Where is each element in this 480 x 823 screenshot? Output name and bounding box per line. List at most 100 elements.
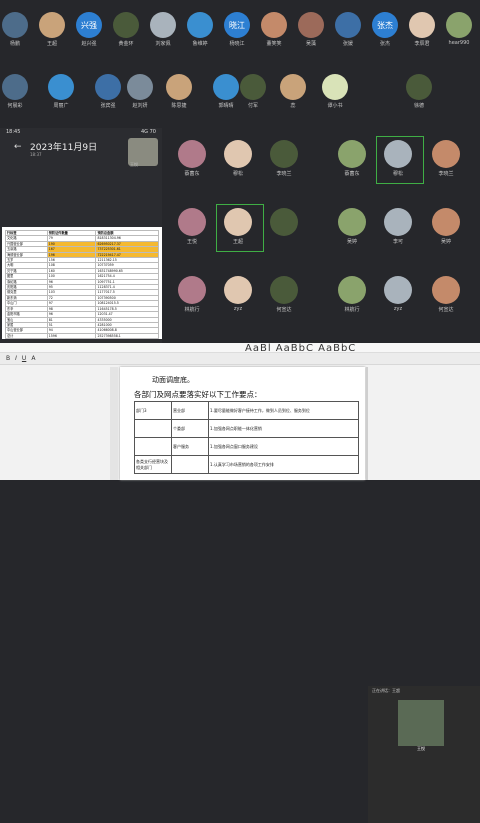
participant-avatar[interactable] — [240, 74, 266, 100]
participant-avatar[interactable] — [432, 208, 460, 236]
participant-name: 吴婷 — [346, 239, 357, 245]
participant-avatar[interactable]: 张杰 — [372, 12, 398, 38]
participant-avatar[interactable] — [150, 12, 176, 38]
participant-avatar[interactable] — [338, 140, 366, 168]
participant-avatar[interactable] — [213, 74, 239, 100]
participant-avatar[interactable] — [406, 74, 432, 100]
doc-table-cell: 1.加强各网点职能一体化营销 — [208, 419, 359, 438]
participant-avatar[interactable] — [335, 12, 361, 38]
participant-name: 杨鹏 — [9, 41, 20, 47]
phone-status-time: 18:45 — [6, 129, 21, 135]
participant-avatar[interactable] — [280, 74, 306, 100]
participant-name: 蔡菌东 — [184, 171, 200, 177]
participant-avatar[interactable] — [270, 140, 298, 168]
participant-avatar[interactable] — [113, 12, 139, 38]
font-color-button[interactable]: A — [31, 355, 35, 362]
participant-avatar[interactable] — [338, 276, 366, 304]
doc-table-cell: 1.认真学习市场营销的各项工作安排 — [208, 455, 359, 474]
back-arrow-icon[interactable]: ← — [14, 142, 22, 152]
participant-avatar[interactable] — [166, 74, 192, 100]
doc-table-cell: 各类支行经营块及相关部门 — [134, 455, 172, 474]
participant-avatar[interactable] — [187, 12, 213, 38]
participant-avatar[interactable] — [127, 74, 153, 100]
chat-time: 18:37 — [30, 152, 42, 157]
participant-avatar[interactable] — [409, 12, 435, 38]
participant-name: 鲁维婷 — [192, 41, 208, 47]
participant-name: 李晓兰 — [276, 171, 292, 177]
participant-avatar[interactable] — [384, 276, 412, 304]
participant-name: 黄金环 — [118, 41, 134, 47]
participant-name: 赵刘妍 — [132, 103, 148, 109]
participant-name: 王超 — [46, 41, 57, 47]
participant-avatar[interactable] — [338, 208, 366, 236]
participant-name: 董笑笑 — [266, 41, 282, 47]
participant-name: 徐德 — [413, 103, 424, 109]
doc-table-row: 个委部 1.加强各网点职能一体化营销 — [134, 419, 359, 438]
participant-name: 吴藻 — [305, 41, 316, 47]
doc-table-cell: 1.加强各网点窗口服务建设 — [208, 437, 359, 456]
doc-table-cell: 客户服务 — [171, 437, 209, 456]
participant-avatar[interactable] — [224, 140, 252, 168]
active-speaker-frame — [216, 204, 264, 252]
participant-name: 何宣达 — [438, 307, 454, 313]
participant-avatar[interactable] — [270, 276, 298, 304]
participant-avatar[interactable] — [224, 276, 252, 304]
participant-name: 张媛 — [342, 41, 353, 47]
underline-button[interactable]: U — [22, 355, 26, 362]
speaker-name: 王悦 — [417, 746, 425, 751]
active-speaker-frame — [376, 136, 424, 184]
document-panel: B I U A AaBl AaBbC AaBbC 动面调度底。 各部门及网点要落… — [0, 343, 480, 823]
participant-name: 林航行 — [184, 307, 200, 313]
phone-status-right: 4G 70 — [140, 129, 156, 135]
participant-name: 林航行 — [344, 307, 360, 313]
participant-avatar[interactable] — [432, 276, 460, 304]
participant-name: zyz — [393, 306, 403, 312]
participant-avatar[interactable] — [178, 276, 206, 304]
italic-button[interactable]: I — [15, 355, 17, 362]
participant-avatar[interactable] — [432, 140, 460, 168]
participant-avatar[interactable] — [384, 208, 412, 236]
doc-table-cell: 个委部 — [171, 419, 209, 438]
spreadsheet-image: 行标签 预防证件数量 预防总金额 文化路 79 818311304.96 兴园营业部 190 6… — [2, 227, 162, 340]
participant-name: 周丽广 — [53, 103, 69, 109]
participant-name: 吴婷 — [440, 239, 451, 245]
doc-heading: 动面调度底。 — [152, 376, 194, 384]
doc-table-cell — [134, 437, 172, 456]
participant-avatar[interactable] — [178, 140, 206, 168]
participant-avatar[interactable] — [95, 74, 121, 100]
doc-table-cell: 部门3 — [134, 401, 172, 420]
participant-name: 何晨彩 — [7, 103, 23, 109]
participant-avatar[interactable] — [446, 12, 472, 38]
participant-avatar[interactable]: 晓江 — [224, 12, 250, 38]
participant-avatar[interactable] — [298, 12, 324, 38]
sheet-cell: 1596 — [46, 332, 97, 340]
participant-name: 刘家佩 — [155, 41, 171, 47]
participant-avatar[interactable] — [48, 74, 74, 100]
participant-avatar[interactable] — [178, 208, 206, 236]
participant-name: zyz — [233, 306, 243, 312]
participant-avatar[interactable] — [322, 74, 348, 100]
doc-table: 部门3 营业部 1.要尽量能做好客户接待工作，做到人员到位、服务到位 个委部 1.加强各… — [134, 401, 359, 474]
participant-name: 陈思捷 — [171, 103, 187, 109]
participant-avatar[interactable] — [39, 12, 65, 38]
participant-avatar[interactable] — [270, 208, 298, 236]
document-scrollbar[interactable] — [366, 367, 368, 480]
sheet-cell: 总计 — [5, 332, 48, 340]
participant-avatar[interactable] — [2, 12, 28, 38]
style-gallery[interactable]: AaBl AaBbC AaBbC — [245, 343, 356, 354]
participant-name: 蕊 — [290, 103, 296, 109]
participant-name: 张杰 — [379, 41, 390, 47]
participant-name: 蔡菌东 — [344, 171, 360, 177]
participant-name: 谭小书 — [327, 103, 343, 109]
bold-button[interactable]: B — [6, 355, 10, 362]
participant-name: hear990 — [448, 40, 470, 46]
participant-name: 穆松 — [232, 171, 243, 177]
speaker-video[interactable] — [398, 700, 444, 746]
participant-name: 何宣达 — [276, 307, 292, 313]
participant-avatar[interactable] — [261, 12, 287, 38]
participant-avatar[interactable]: 兴强 — [76, 12, 102, 38]
doc-table-row: 客户服务 1.加强各网点窗口服务建设 — [134, 437, 359, 456]
doc-table-cell: 1.要尽量能做好客户接待工作，做到人员到位、服务到位 — [208, 401, 359, 420]
menu-bar — [0, 343, 480, 353]
participant-avatar[interactable] — [2, 74, 28, 100]
